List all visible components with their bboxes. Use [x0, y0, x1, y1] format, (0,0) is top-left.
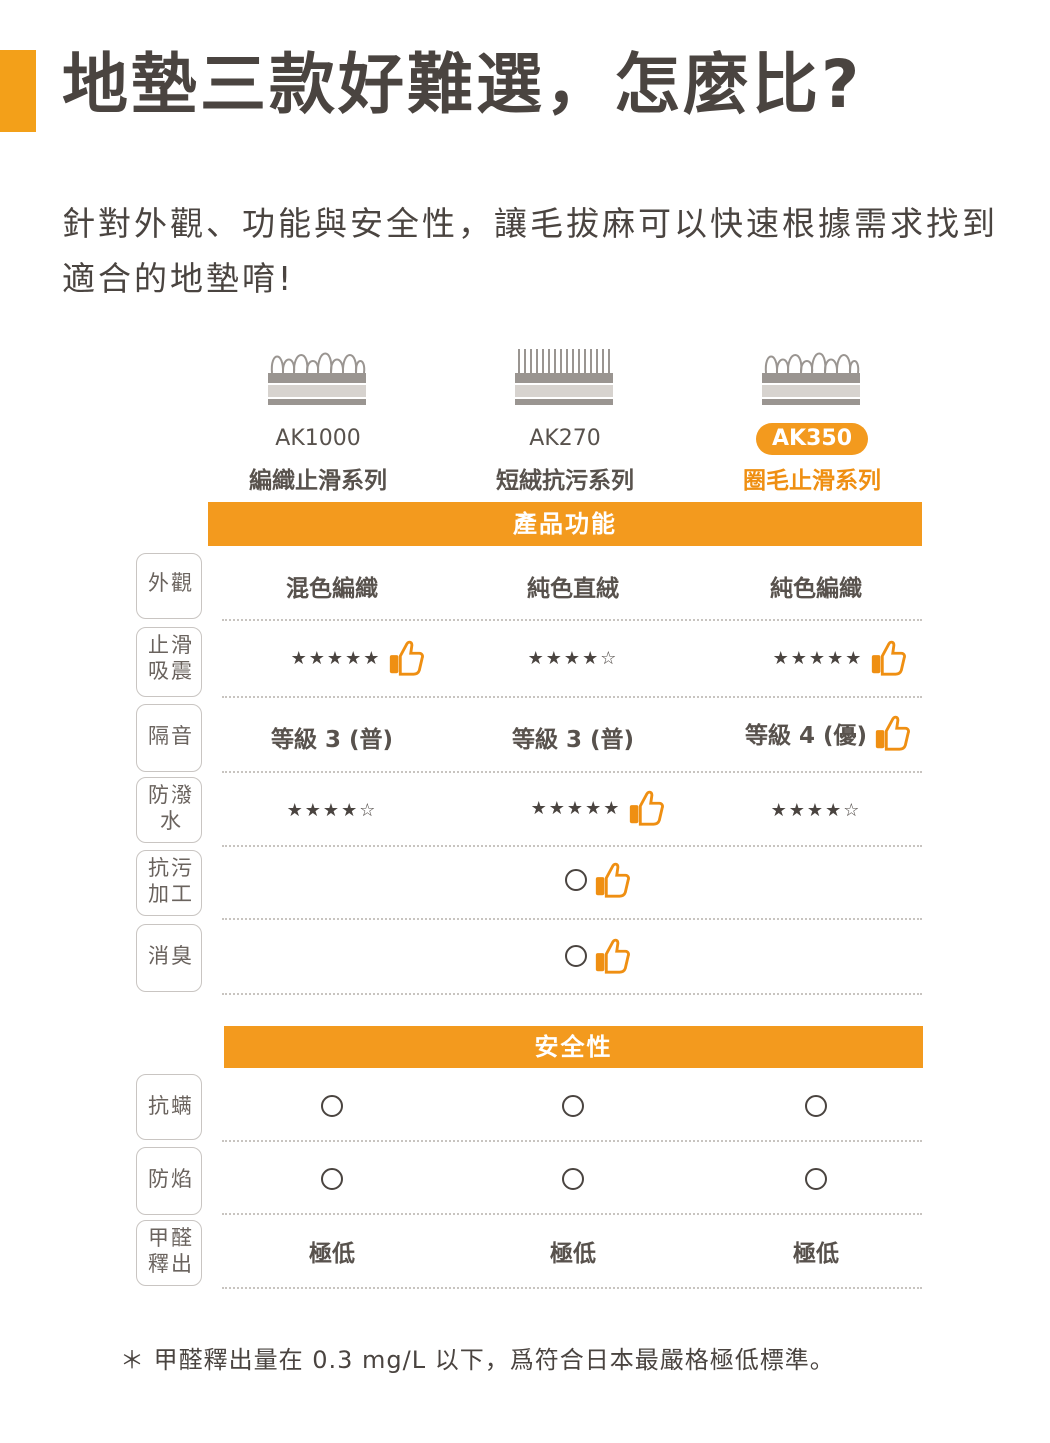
cell-waterproof-ak1000: ★★★★☆ — [210, 790, 454, 830]
star-rating: ★★★★☆ — [527, 647, 619, 669]
cell-formaldehyde-ak1000: 極低 — [309, 1241, 355, 1267]
row-divider — [222, 845, 922, 847]
circle-mark — [805, 1095, 827, 1117]
circle-mark — [321, 1168, 343, 1190]
row-divider — [222, 1213, 922, 1215]
thumbs-up-icon — [595, 862, 630, 898]
row-divider — [222, 619, 922, 621]
row-divider — [222, 1140, 922, 1142]
thumbs-up-icon — [875, 715, 910, 751]
product-series: 編織止滑系列 — [249, 468, 387, 494]
circle-mark — [562, 1095, 584, 1117]
row-label-antislip: 止滑 吸震 — [136, 627, 202, 697]
cell-formaldehyde-ak350: 極低 — [793, 1241, 839, 1267]
cell-antislip-ak1000: ★★★★★ — [236, 638, 480, 678]
intro-text: 針對外觀、功能與安全性，讓毛拔麻可以快速根據需求找到適合的地墊唷! — [62, 204, 998, 298]
row-label-sound: 隔音 — [136, 704, 202, 772]
product-series: 圈毛止滑系列 — [743, 468, 881, 494]
thumbs-up-icon — [630, 790, 665, 826]
product-series: 短絨抗污系列 — [496, 468, 634, 494]
circle-mark — [565, 869, 587, 891]
sound-grade: 等級 4 (優) — [744, 723, 868, 749]
cell-waterproof-ak350: ★★★★☆ — [694, 790, 938, 830]
product-model-badge: AK350 — [756, 423, 868, 455]
row-label-antistain: 抗污 加工 — [136, 850, 202, 916]
row-divider — [222, 993, 922, 995]
cell-appearance-ak270: 純色直絨 — [527, 576, 619, 602]
row-label-antimite: 抗螨 — [136, 1074, 202, 1140]
cell-antimite-ak350 — [694, 1086, 938, 1126]
thumbs-up-icon — [390, 640, 425, 676]
cell-flame-ak350 — [694, 1159, 938, 1199]
row-divider — [222, 771, 922, 773]
circle-mark — [805, 1168, 827, 1190]
cell-antimite-ak270 — [451, 1086, 695, 1126]
footnote: ＊ 甲醛釋出量在 0.3 mg/L 以下，爲符合日本最嚴格極低標準。 — [120, 1346, 835, 1374]
circle-mark — [321, 1095, 343, 1117]
row-label-appearance: 外觀 — [136, 553, 202, 619]
product-ak1000: AK1000 編織止滑系列 — [198, 345, 438, 495]
cell-appearance-ak1000: 混色編織 — [286, 576, 378, 602]
title-accent-bar — [0, 50, 36, 132]
thumbs-up-icon — [872, 640, 907, 676]
circle-mark — [565, 945, 587, 967]
cell-flame-ak1000 — [210, 1159, 454, 1199]
row-divider — [222, 918, 922, 920]
row-divider — [222, 1287, 922, 1289]
circle-mark — [562, 1168, 584, 1190]
cell-antislip-ak270: ★★★★☆ — [451, 638, 695, 678]
product-model: AK1000 — [275, 426, 361, 451]
velvet-mat-icon — [515, 349, 613, 405]
loop-mat-icon — [268, 352, 366, 405]
cell-antimite-ak1000 — [210, 1086, 454, 1126]
cell-sound-ak270: 等級 3 (普) — [511, 727, 635, 753]
row-label-waterproof: 防潑水 — [136, 777, 202, 843]
product-ak270: AK270 短絨抗污系列 — [445, 345, 685, 495]
cell-waterproof-ak270: ★★★★★ — [476, 788, 720, 828]
page-title: 地墊三款好難選，怎麼比? — [62, 46, 863, 123]
row-label-flame: 防焰 — [136, 1147, 202, 1215]
star-rating: ★★★★☆ — [770, 799, 862, 821]
row-label-formaldehyde: 甲醛 釋出 — [136, 1220, 202, 1286]
cell-sound-ak350: 等級 4 (優) — [706, 713, 950, 753]
star-rating: ★★★★★ — [772, 647, 864, 669]
cell-antistain-ak270 — [476, 860, 720, 900]
section-header-function: 產品功能 — [208, 502, 922, 546]
star-rating: ★★★★★ — [290, 647, 382, 669]
star-rating: ★★★★★ — [530, 797, 622, 819]
thumbs-up-icon — [595, 938, 630, 974]
cell-antislip-ak350: ★★★★★ — [718, 638, 962, 678]
cell-flame-ak270 — [451, 1159, 695, 1199]
cell-sound-ak1000: 等級 3 (普) — [270, 727, 394, 753]
product-model: AK270 — [529, 426, 601, 451]
row-label-deodor: 消臭 — [136, 924, 202, 992]
row-divider — [222, 696, 922, 698]
cell-appearance-ak350: 純色編織 — [770, 576, 862, 602]
product-ak350: AK350 圈毛止滑系列 — [692, 345, 932, 495]
loop-pile-mat-icon — [762, 352, 860, 405]
section-header-safety: 安全性 — [224, 1026, 923, 1068]
star-rating: ★★★★☆ — [286, 799, 378, 821]
cell-formaldehyde-ak270: 極低 — [550, 1241, 596, 1267]
cell-deodor-ak270 — [476, 936, 720, 976]
